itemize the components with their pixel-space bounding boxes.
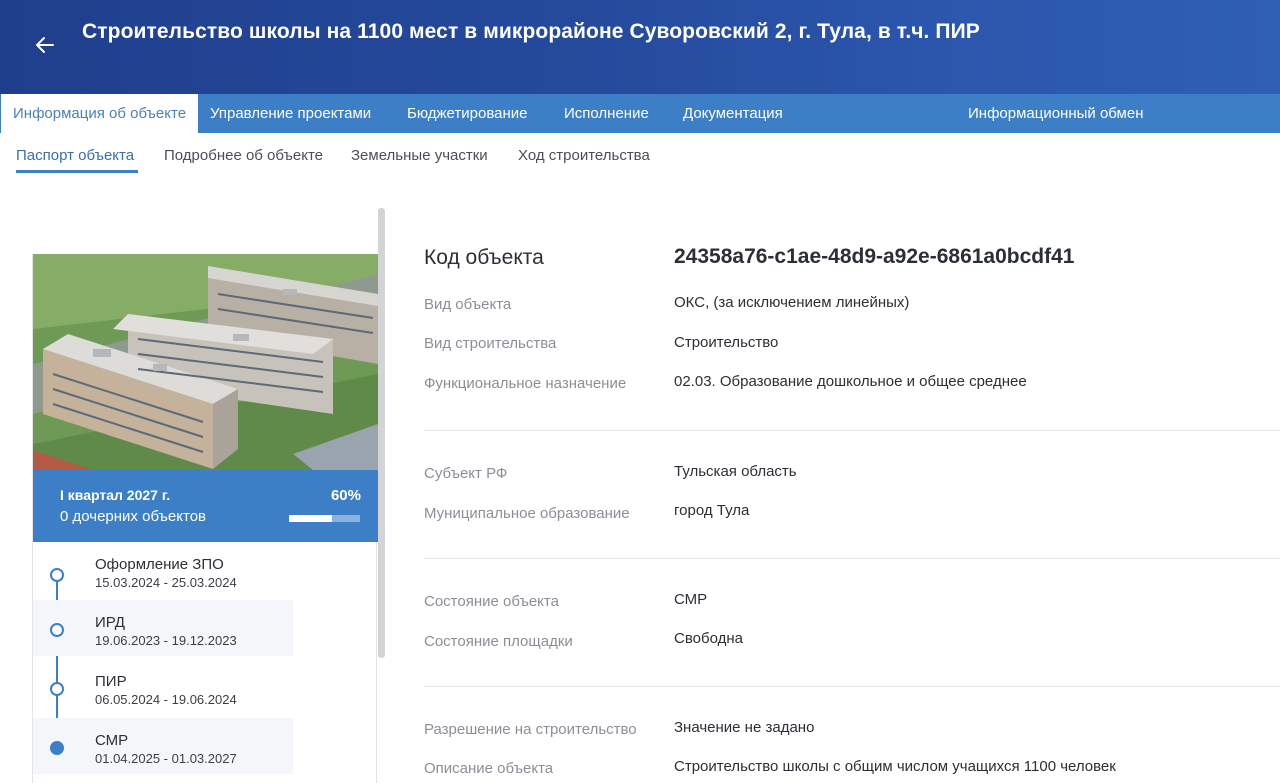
object-image [33,254,378,470]
stage-title: Оформление ЗПО [95,556,224,573]
site-state-value: Свободна [674,630,743,647]
object-description-label: Описание объекта [424,760,554,777]
object-card: I квартал 2027 г. 0 дочерних объектов 60… [32,254,378,783]
subtab-construction-progress[interactable]: Ход строительства [518,147,650,164]
back-button[interactable] [30,30,60,60]
object-status-panel: I квартал 2027 г. 0 дочерних объектов 60… [33,470,378,542]
tab-information-exchange[interactable]: Информационный обмен [968,94,1144,133]
stage-title: ИРД [95,614,125,631]
stage-title: ПИР [95,673,127,690]
object-state-label: Состояние объекта [424,593,559,610]
region-value: Тульская область [674,463,797,480]
timeline-dot [50,682,64,696]
child-objects-count: 0 дочерних объектов [60,508,207,525]
page-header: Строительство школы на 1100 мест в микро… [0,0,1280,94]
object-type-value: ОКС, (за исключением линейных) [674,294,910,311]
completion-period: I квартал 2027 г. [60,487,171,503]
functional-purpose-label: Функциональное назначение [424,375,627,392]
region-label: Субъект РФ [424,465,508,482]
building-permit-value: Значение не задано [674,719,815,736]
construction-type-value: Строительство [674,334,779,351]
stage-dates: 01.04.2025 - 01.03.2027 [95,751,237,766]
stage-dates: 19.06.2023 - 19.12.2023 [95,633,237,648]
timeline-dot [50,623,64,637]
object-state-value: СМР [674,591,708,608]
timeline-item[interactable]: СМР 01.04.2025 - 01.03.2027 [33,718,293,774]
section-divider [424,430,1280,431]
subtab-object-details[interactable]: Подробнее об объекте [164,147,323,164]
stages-timeline: Оформление ЗПО 15.03.2024 - 25.03.2024 И… [33,542,378,783]
subtab-object-passport[interactable]: Паспорт объекта [16,147,134,164]
progress-bar-fill [289,515,332,522]
building-permit-label: Разрешение на строительство [424,721,637,738]
tab-execution[interactable]: Исполнение [564,94,649,133]
page-title: Строительство школы на 1100 мест в микро… [82,20,980,43]
site-state-label: Состояние площадки [424,633,573,650]
construction-type-label: Вид строительства [424,335,557,352]
tab-project-management[interactable]: Управление проектами [210,94,371,133]
section-divider [424,558,1280,559]
stage-dates: 06.05.2024 - 19.06.2024 [95,692,237,707]
progress-percent: 60% [330,487,361,504]
functional-purpose-value: 02.03. Образование дошкольное и общее ср… [674,373,1027,390]
timeline-item[interactable]: ПИР 06.05.2024 - 19.06.2024 [33,659,293,715]
object-code-value: 24358a76-c1ae-48d9-a92e-6861a0bcdf41 [674,245,1075,268]
tab-documentation[interactable]: Документация [683,94,783,133]
sub-tabs: Паспорт объекта Подробнее об объекте Зем… [0,133,1280,185]
tab-object-info[interactable]: Информация об объекте [1,94,199,133]
timeline-dot [50,568,64,582]
progress-bar [289,515,360,522]
municipality-label: Муниципальное образование [424,505,630,522]
timeline-dot-current [50,741,64,755]
subtab-land-plots[interactable]: Земельные участки [351,147,488,164]
object-description-value: Строительство школы с общим числом учащи… [674,758,1116,775]
timeline-item[interactable]: ИРД 19.06.2023 - 19.12.2023 [33,600,293,656]
section-divider [424,686,1280,687]
stage-title: СМР [95,732,129,749]
object-code-label: Код объекта [424,246,544,269]
active-subtab-indicator [16,170,138,173]
stage-dates: 15.03.2024 - 25.03.2024 [95,575,237,590]
timeline-item[interactable]: Оформление ЗПО 15.03.2024 - 25.03.2024 [33,542,293,598]
scrollbar[interactable] [378,208,385,658]
main-tabs: Информация об объекте Управление проекта… [0,94,1280,133]
arrow-left-icon [36,37,54,53]
municipality-value: город Тула [674,502,750,519]
tab-budgeting[interactable]: Бюджетирование [407,94,527,133]
object-type-label: Вид объекта [424,296,512,313]
